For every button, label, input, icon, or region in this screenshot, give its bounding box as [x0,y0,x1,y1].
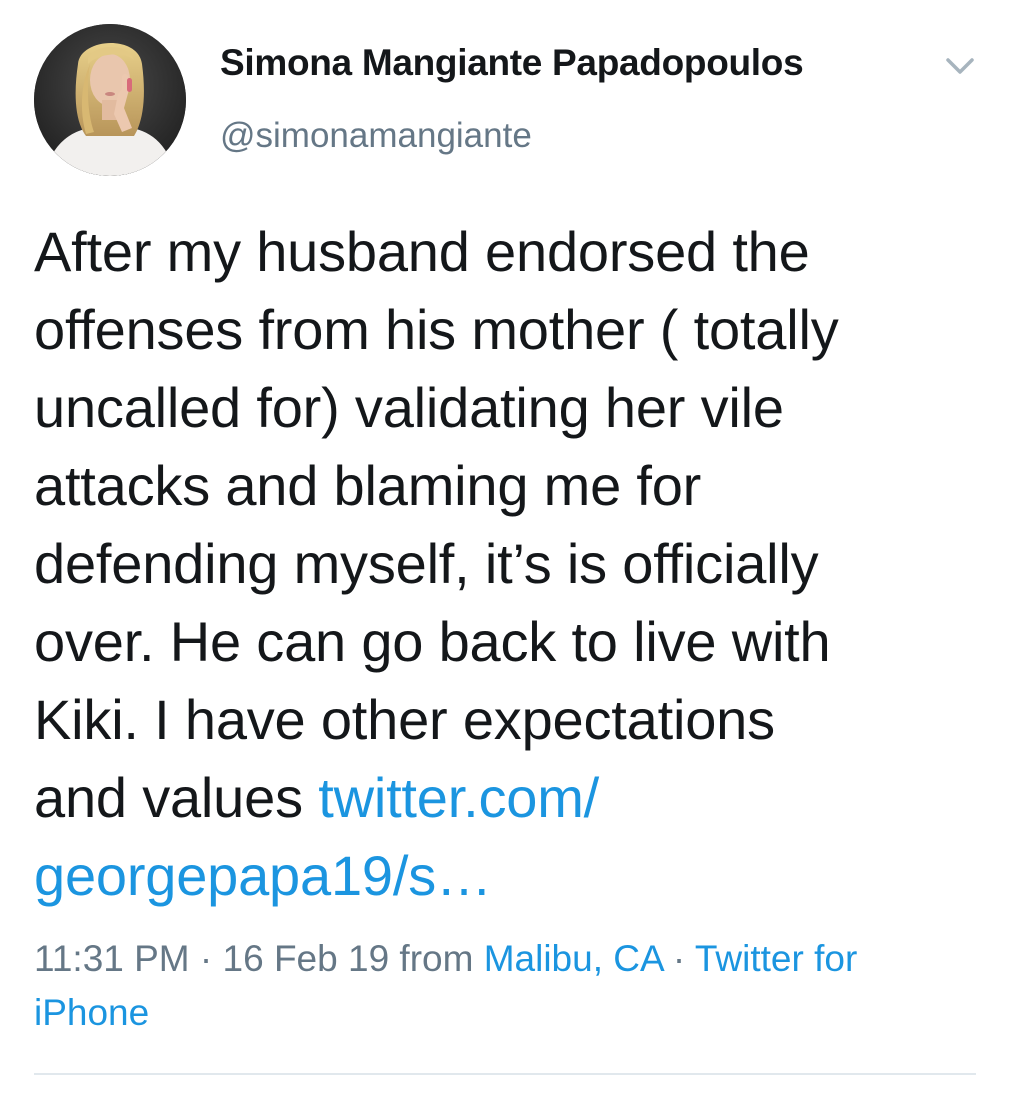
tweet-text: After my husband endorsed the offenses f… [34,213,984,915]
source-link[interactable]: Twitter for [695,938,857,979]
metadata-line: 11:31 PM · 16 Feb 19 from Malibu, CA · T… [34,932,979,986]
tweet-text-line: Kiki. I have other expectations [34,688,775,751]
location-link[interactable]: Malibu, CA [484,938,663,979]
separator-dot: · [662,938,695,979]
chevron-down-icon[interactable] [940,50,980,80]
tweet-link-continued[interactable]: georgepapa19/s… [34,844,492,907]
avatar-photo-icon [34,24,186,176]
avatar[interactable] [34,24,186,176]
display-name[interactable]: Simona Mangiante Papadopoulos [220,42,804,84]
tweet-text-line: over. He can go back to live with [34,610,831,673]
tweet-link[interactable]: twitter.com/ [318,766,599,829]
tweet-text-line: offenses from his mother ( totally [34,298,839,361]
metadata-line: iPhone [34,986,979,1040]
source-link-continued[interactable]: iPhone [34,992,149,1033]
tweet-text-line: attacks and blaming me for [34,454,702,517]
user-handle[interactable]: @simonamangiante [220,116,532,156]
tweet-metadata: 11:31 PM · 16 Feb 19 from Malibu, CA · T… [34,932,979,1040]
tweet-date[interactable]: 16 Feb 19 [223,938,390,979]
from-label: from [389,938,484,979]
tweet-text-line-with-link: and values twitter.com/ [34,759,984,837]
tweet-card: Simona Mangiante Papadopoulos @simonaman… [0,0,1009,1113]
tweet-text-segment: and values [34,766,319,829]
tweet-text-line: After my husband endorsed the [34,220,810,283]
divider [34,1073,976,1075]
tweet-time[interactable]: 11:31 PM [34,938,190,979]
tweet-link-continuation: georgepapa19/s… [34,837,984,915]
tweet-text-line: defending myself, it’s is officially [34,532,819,595]
separator-dot: · [189,938,223,979]
tweet-text-line: uncalled for) validating her vile [34,376,784,439]
